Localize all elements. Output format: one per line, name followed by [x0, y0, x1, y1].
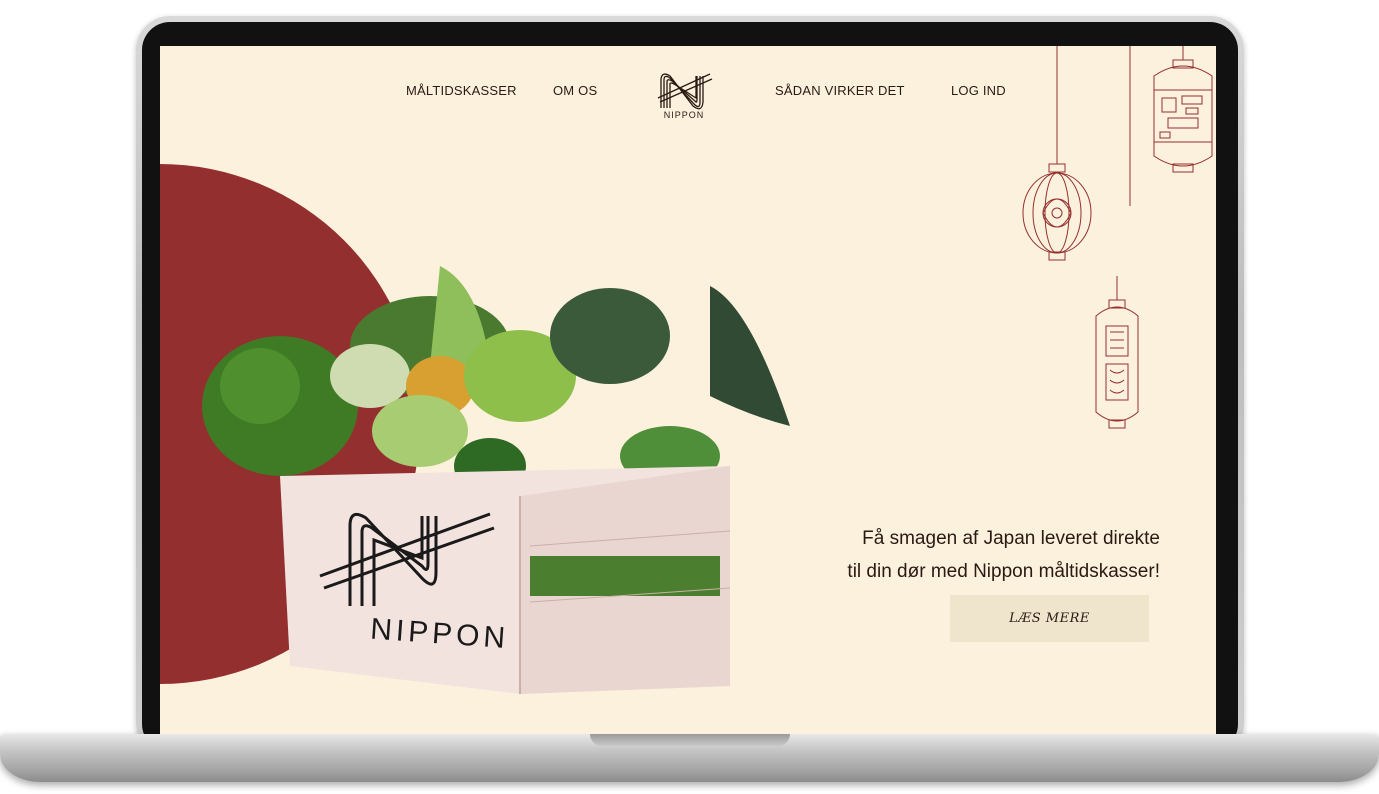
- vegetable-box-image: NIPPON: [202, 266, 790, 694]
- nav-link-log-ind[interactable]: LOG IND: [951, 83, 1006, 98]
- nippon-logo-icon: [657, 73, 713, 110]
- read-more-button[interactable]: LÆS MERE: [950, 595, 1149, 642]
- vegetables: [202, 266, 790, 494]
- wooden-crate: NIPPON: [280, 466, 731, 694]
- hero-tagline: Få smagen af Japan leveret direkte til d…: [760, 522, 1160, 588]
- nav-link-maltidskasser[interactable]: MÅLTIDSKASSER: [406, 83, 517, 98]
- laptop-notch: [590, 734, 790, 746]
- nippon-logo[interactable]: NIPPON: [654, 68, 714, 124]
- website-screen: MÅLTIDSKASSER OM OS NIPPON SÅDAN VIRKER …: [160, 46, 1216, 734]
- lantern-illustrations: [1022, 46, 1213, 429]
- tagline-line-1: Få smagen af Japan leveret direkte: [862, 528, 1160, 549]
- nav-link-om-os[interactable]: OM OS: [553, 83, 597, 98]
- tagline-line-2: til din dør med Nippon måltidskasser!: [847, 561, 1160, 582]
- logo-text: NIPPON: [663, 110, 705, 120]
- nav-link-sadan-virker-det[interactable]: SÅDAN VIRKER DET: [775, 83, 905, 98]
